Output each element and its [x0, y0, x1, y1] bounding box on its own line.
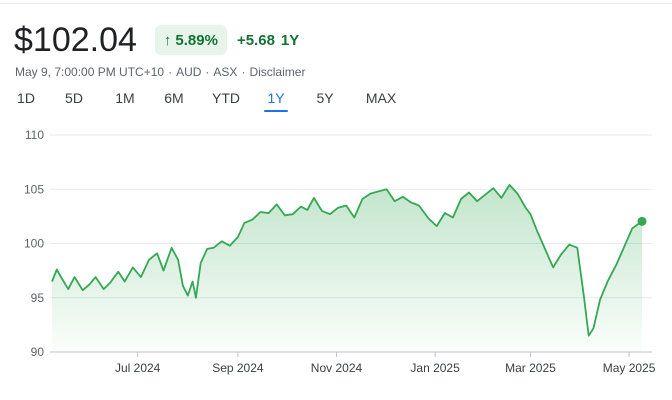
meta-separator: · [168, 65, 173, 79]
y-tick-label: 95 [31, 291, 45, 305]
absolute-change-value: +5.68 [236, 31, 275, 49]
y-tick-label: 110 [25, 128, 44, 142]
range-selector: 1D 5D 1M 6M YTD 1Y 5Y MAX [17, 89, 399, 112]
x-axis: Jul 2024 Sep 2024 Nov 2024 Jan 2025 Mar 2025… [50, 351, 656, 375]
range-tab-ytd[interactable]: YTD [211, 89, 241, 109]
range-tab-5y[interactable]: 5Y [315, 89, 335, 109]
range-tab-6m[interactable]: 6M [163, 89, 185, 109]
x-tick-label: Jul 2024 [115, 361, 161, 375]
meta-separator: · [205, 65, 210, 79]
top-divider [0, 3, 672, 4]
range-tab-5d[interactable]: 5D [65, 89, 83, 109]
range-tab-1m[interactable]: 1M [115, 89, 135, 109]
quote-header: $102.04 ↑ 5.89% +5.68 1Y [14, 20, 299, 60]
range-tab-1y[interactable]: 1Y [264, 89, 288, 112]
price-area [52, 184, 642, 352]
range-tab-max[interactable]: MAX [363, 89, 399, 109]
x-tick-label: Sep 2024 [212, 361, 264, 375]
range-tab-1d[interactable]: 1D [17, 89, 35, 109]
y-tick-label: 100 [24, 237, 44, 251]
exchange: ASX [213, 65, 238, 79]
x-tick-label: Jan 2025 [410, 361, 460, 375]
percent-change-badge: ↑ 5.89% [154, 25, 227, 55]
y-axis-labels: 90 95 100 105 110 [24, 128, 44, 359]
x-tick-label: May 2025 [603, 361, 656, 375]
meta-separator: · [241, 65, 246, 79]
timestamp: May 9, 7:00:00 PM UTC+10 [15, 65, 165, 79]
y-tick-label: 90 [31, 345, 45, 359]
y-tick-label: 105 [24, 182, 44, 196]
price-chart[interactable]: 90 95 100 105 110 Jul 2024 Sep 2024 Nov 2024 Ja… [0, 120, 672, 400]
change-period: 1Y [280, 31, 300, 49]
last-price-dot[interactable] [637, 216, 647, 226]
x-tick-label: Mar 2025 [505, 361, 556, 375]
x-tick-label: Nov 2024 [311, 361, 363, 375]
current-price: $102.04 [14, 21, 137, 59]
absolute-change: +5.68 1Y [237, 32, 299, 49]
currency: AUD [176, 65, 202, 79]
arrow-up-icon: ↑ [163, 31, 172, 49]
percent-change-value: 5.89% [175, 31, 218, 49]
disclaimer-link[interactable]: Disclaimer [249, 65, 305, 79]
quote-meta: May 9, 7:00:00 PM UTC+10 · AUD · ASX · D… [15, 65, 305, 79]
